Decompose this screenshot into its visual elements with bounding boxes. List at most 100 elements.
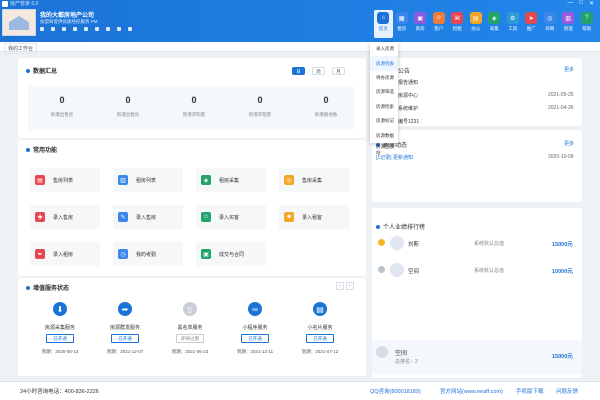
quick-item[interactable]: ✎ 录入售房 (113, 205, 183, 229)
quick-icon: ▣ (201, 249, 211, 259)
service-button[interactable]: 即将过期 (176, 334, 204, 343)
quick-icon: ☺ (201, 212, 211, 222)
service-name: 房源群发服务 (109, 325, 140, 331)
service-button[interactable]: 已开通 (46, 334, 74, 343)
qq-link[interactable]: QQ咨询(800018189) (370, 387, 421, 395)
quick-item[interactable]: ◎ 售房采集 (279, 168, 349, 192)
shop-logo[interactable] (2, 9, 36, 36)
quick-item[interactable]: ✚ 录入售房 (30, 205, 100, 229)
tool-icon-3[interactable] (62, 27, 66, 31)
nav-collect[interactable]: ◈ 采集 (485, 10, 504, 38)
tab-workbench[interactable]: 我的工作台 (4, 43, 38, 54)
quick-label: 录入租房 (53, 251, 74, 258)
quick-icon: ☻ (284, 212, 294, 222)
service-date: 到期：2021-07-12 (301, 349, 339, 354)
quick-icon: ✎ (118, 212, 128, 222)
nav-shopnet[interactable]: ◎ 商网 (541, 10, 560, 38)
nav-customer[interactable]: ☺ 客户 (430, 10, 449, 38)
notice-more-link[interactable]: 更多 (564, 66, 574, 73)
next-arrow-icon[interactable]: › (346, 282, 354, 290)
stat-value: 0 (257, 95, 263, 105)
quick-title: 常用功能 (33, 148, 58, 154)
segment-week[interactable]: 周 (312, 67, 325, 75)
quick-item[interactable]: ◈ 租房采集 (196, 168, 266, 192)
tool-icon-8[interactable] (117, 27, 121, 31)
tool-icon-9[interactable] (128, 27, 132, 31)
notice-item[interactable]: 编号1231 (398, 118, 419, 125)
tool-icon-2[interactable] (51, 27, 55, 31)
tool-icon-7[interactable] (106, 27, 110, 31)
rank-name: 空间 (408, 269, 420, 275)
collect-icon: ◈ (488, 12, 501, 24)
quick-item[interactable]: ▤ 售房列表 (30, 168, 100, 192)
service-name: 黑名单服务 (177, 325, 203, 331)
stat-label: 新增出租房 (116, 112, 140, 117)
notice-item[interactable]: 系统维护 (398, 105, 418, 112)
nav-help[interactable]: ? 帮助 (578, 10, 597, 38)
service-name: 房源采集服务 (44, 325, 75, 331)
quick-item[interactable]: ☻ 录入租客 (279, 205, 349, 229)
service-button[interactable]: 已开通 (241, 334, 269, 343)
feedback-link[interactable]: 问题反馈 (556, 387, 578, 395)
manage-icon: ▥ (562, 12, 575, 24)
dropdown-item[interactable]: 房源列表 (370, 56, 398, 71)
dropdown-item[interactable]: 房源标记 (370, 114, 398, 128)
nav-tool[interactable]: ⚙ 工具 (504, 10, 523, 38)
lease-icon: ⌘ (451, 12, 464, 24)
notice-item[interactable]: 报告通知 (398, 79, 418, 86)
stat-item: 0 新增出售房 (32, 86, 92, 118)
quick-item[interactable]: ▣ 成交与合同 (196, 242, 266, 266)
dropdown-item[interactable]: 房源回收站 (370, 143, 398, 157)
nav-label: 推广 (526, 26, 536, 31)
news-more-link[interactable]: 更多 (564, 140, 574, 147)
service-card: ∞ 小程序服务 已开通 到期：2021-12-11 (225, 302, 285, 355)
maximize-button[interactable]: □ (579, 0, 583, 7)
quick-item[interactable]: ▥ 租房列表 (113, 168, 183, 192)
nav-office[interactable]: ▤ 办公 (467, 10, 486, 38)
quick-label: 录入售房 (136, 214, 157, 221)
service-icon: ∞ (248, 302, 262, 316)
segment-day[interactable]: 日 (292, 67, 305, 75)
quick-item[interactable]: ✒ 录入租房 (30, 242, 100, 266)
nav-manage[interactable]: ▥ 管理 (559, 10, 578, 38)
tool-icon-5[interactable] (84, 27, 88, 31)
tool-icon-4[interactable] (73, 27, 77, 31)
quick-dot-icon (26, 148, 30, 153)
service-button[interactable]: 已开通 (306, 334, 334, 343)
tool-icon-1[interactable] (40, 27, 44, 31)
dropdown-item[interactable]: 录入房源 (370, 42, 398, 56)
dropdown-item[interactable]: 房源检索 (370, 100, 398, 114)
notice-date: 2021-04-26 (548, 105, 574, 111)
website-link[interactable]: 官方网站(www.eeaff.com) (440, 387, 503, 395)
service-button[interactable]: 已开通 (111, 334, 139, 343)
stat-label: 新增跟进数 (314, 112, 338, 117)
stat-item: 0 新增出租房 (98, 86, 158, 118)
medal-icon (378, 266, 385, 273)
nav-promote[interactable]: ➤ 推广 (522, 10, 541, 38)
tool-icon-6[interactable] (95, 27, 99, 31)
tool-icon: ⚙ (506, 12, 519, 24)
nav-lease[interactable]: ⌘ 招租 (448, 10, 467, 38)
nav-rent[interactable]: ▦ 租房 (393, 10, 412, 38)
minimize-button[interactable]: — (567, 0, 573, 7)
close-button[interactable]: ✕ (589, 0, 594, 7)
stat-value: 0 (59, 95, 65, 105)
nav-newhouse[interactable]: ▣ 新房 (411, 10, 430, 38)
dropdown-item[interactable]: 待办房源 (370, 71, 398, 85)
my-rank-box (372, 340, 582, 374)
service-icon: ➦ (118, 302, 132, 316)
stat-value: 0 (323, 95, 329, 105)
notice-item[interactable]: 房源中心 (398, 92, 418, 99)
dropdown-item[interactable]: 房源数据 (370, 128, 398, 142)
nav-label: 客户 (434, 26, 444, 31)
download-link[interactable]: 手机版下载 (516, 387, 544, 395)
stat-label: 新增出售房 (50, 112, 74, 117)
quick-item[interactable]: ☺ 录入买客 (196, 205, 266, 229)
quick-item[interactable]: ◷ 我的考勤 (113, 242, 183, 266)
dropdown-item[interactable]: 房源筛选 (370, 85, 398, 99)
service-card: ▯ 黑名单服务 即将过期 到期：2021-06-23 (160, 302, 220, 355)
nav-label: 采集 (489, 26, 499, 31)
segment-month[interactable]: 月 (332, 67, 345, 75)
nav-home[interactable]: ⌂ 首页 (374, 10, 393, 38)
prev-arrow-icon[interactable]: ‹ (336, 282, 344, 290)
